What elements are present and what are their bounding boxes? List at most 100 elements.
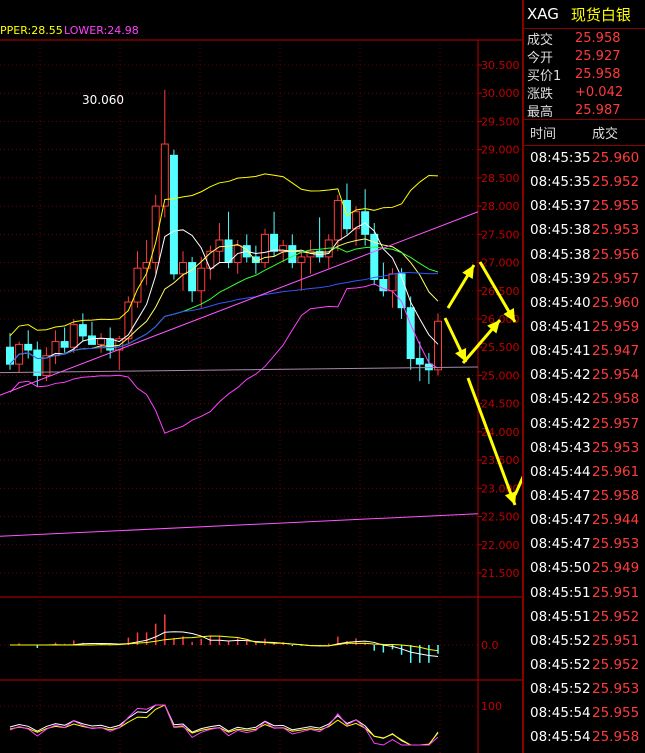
tick-time: 08:45:54 xyxy=(530,705,591,722)
candle-up xyxy=(179,262,188,275)
price-axis-label: 30.500 xyxy=(481,59,520,72)
tick-time: 08:45:42 xyxy=(530,391,591,408)
tick-time: 08:45:41 xyxy=(530,343,591,360)
candle-down xyxy=(424,363,433,371)
price-axis-label: 25.500 xyxy=(481,341,520,354)
ticks-header-price: 成交 xyxy=(592,127,619,142)
tick-price: 25.953 xyxy=(592,536,640,553)
tick-time: 08:45:50 xyxy=(530,560,591,577)
tick-row: 08:45:54 25.958 xyxy=(524,725,645,749)
candle-up xyxy=(97,338,106,345)
tick-price: 25.951 xyxy=(592,632,640,649)
tick-row: 08:45:41 25.947 xyxy=(524,339,645,363)
tick-row: 08:45:37 25.955 xyxy=(524,194,645,218)
tick-price: 25.953 xyxy=(592,222,640,239)
symbol-name: 现货白银 xyxy=(570,5,631,24)
tick-row: 08:45:51 25.951 xyxy=(524,581,645,605)
tick-row: 08:45:35 25.952 xyxy=(524,170,645,194)
tick-time: 08:45:47 xyxy=(530,536,591,553)
candle-up xyxy=(434,320,442,371)
quote-value: 25.958 xyxy=(575,66,621,82)
tick-time: 08:45:44 xyxy=(530,463,591,480)
tick-row: 08:45:47 25.944 xyxy=(524,508,645,532)
tick-time: 08:45:35 xyxy=(530,150,591,167)
tick-time: 08:45:52 xyxy=(530,632,591,649)
tick-time: 08:45:52 xyxy=(530,681,591,698)
tick-price: 25.957 xyxy=(592,415,640,432)
macd-axis-label: 0.0 xyxy=(481,639,499,652)
quote-value: 25.987 xyxy=(575,102,621,118)
tick-price: 25.944 xyxy=(592,512,640,529)
candle-down xyxy=(24,343,33,351)
price-axis-label: 30.000 xyxy=(481,87,520,100)
boll-lower-label: LOWER:24.98 xyxy=(64,24,139,37)
ticks-header-time: 时间 xyxy=(530,127,557,142)
candle-up xyxy=(206,250,215,269)
tick-time: 08:45:38 xyxy=(530,222,591,239)
tick-row: 08:45:52 25.952 xyxy=(524,653,645,677)
tick-row: 08:45:54 25.955 xyxy=(524,701,645,725)
tick-price: 25.947 xyxy=(592,343,640,360)
quote-label: 成交 xyxy=(527,32,554,48)
price-axis-label: 21.500 xyxy=(481,567,520,580)
kdj-j-line xyxy=(9,704,439,746)
tick-price: 25.961 xyxy=(592,463,640,480)
tick-row: 08:45:44 25.961 xyxy=(524,460,645,484)
tick-row: 08:45:47 25.958 xyxy=(524,484,645,508)
candle-down xyxy=(78,324,87,337)
tick-price: 25.958 xyxy=(592,729,640,746)
tick-row: 08:45:52 25.951 xyxy=(524,629,645,653)
quote-summary: 成交 25.958 今开 25.927 买价1 25.958 涨跌 +0.042 最高 25.98… xyxy=(524,29,645,120)
tick-price: 25.952 xyxy=(592,174,640,191)
quote-label: 涨跌 xyxy=(527,86,554,102)
tick-price: 25.958 xyxy=(592,391,640,408)
tick-time: 08:45:39 xyxy=(530,270,591,287)
peak-price-label: 30.060 xyxy=(82,93,124,107)
quote-panel: XAG 现货白银 成交 25.958 今开 25.927 买价1 25.958 涨跌 +0.0… xyxy=(522,0,645,753)
trendline-low xyxy=(0,513,479,537)
candle-up xyxy=(124,301,133,340)
tick-price: 25.960 xyxy=(592,294,640,311)
quote-value: 25.927 xyxy=(575,48,621,64)
tick-price: 25.953 xyxy=(592,681,640,698)
tick-list[interactable]: 08:45:35 25.960 08:45:35 25.952 08:45:37 25.9… xyxy=(524,146,645,750)
tick-row: 08:45:35 25.960 xyxy=(524,146,645,170)
tick-time: 08:45:43 xyxy=(530,439,591,456)
tick-price: 25.959 xyxy=(592,319,640,336)
tick-price: 25.957 xyxy=(592,270,640,287)
tick-time: 08:45:42 xyxy=(530,415,591,432)
tick-row: 08:45:40 25.960 xyxy=(524,291,645,315)
candle-up xyxy=(388,273,397,292)
tick-row: 08:45:38 25.956 xyxy=(524,243,645,267)
quote-header: XAG 现货白银 xyxy=(524,0,645,29)
tick-time: 08:45:51 xyxy=(530,608,591,625)
kline-chart-canvas[interactable]: 30.500 30.000 29.500 29.000 28.500 28.000 27.5… xyxy=(0,0,522,753)
tick-row: 08:45:42 25.957 xyxy=(524,412,645,436)
kdj-axis-label: 100 xyxy=(481,700,502,713)
candle-up xyxy=(297,256,306,264)
quote-row: 今开 25.927 xyxy=(524,47,645,66)
tick-time: 08:45:47 xyxy=(530,512,591,529)
candle-down xyxy=(169,154,178,275)
tick-price: 25.960 xyxy=(592,150,640,167)
candle-down xyxy=(87,335,96,345)
candle-down xyxy=(106,338,115,351)
tick-time: 08:45:35 xyxy=(530,174,591,191)
kline-chart-area[interactable]: 30.500 30.000 29.500 29.000 28.500 28.000 27.5… xyxy=(0,0,522,753)
boll-lower-line xyxy=(9,283,439,434)
candle-up xyxy=(69,324,78,348)
tick-row: 08:45:39 25.957 xyxy=(524,267,645,291)
quote-label: 今开 xyxy=(527,50,554,66)
tick-row: 08:45:43 25.953 xyxy=(524,436,645,460)
candle-down xyxy=(188,262,197,292)
price-axis-label: 22.000 xyxy=(481,539,520,552)
tick-row: 08:45:52 25.953 xyxy=(524,677,645,701)
price-axis-label: 22.500 xyxy=(481,511,520,524)
tick-row: 08:45:42 25.958 xyxy=(524,387,645,411)
ma40-line xyxy=(9,272,439,365)
quote-label: 最高 xyxy=(527,104,554,120)
quote-value: 25.958 xyxy=(575,30,621,46)
symbol-code: XAG xyxy=(527,5,559,23)
quote-value: +0.042 xyxy=(575,84,624,100)
price-axis-label: 27.500 xyxy=(481,228,520,241)
